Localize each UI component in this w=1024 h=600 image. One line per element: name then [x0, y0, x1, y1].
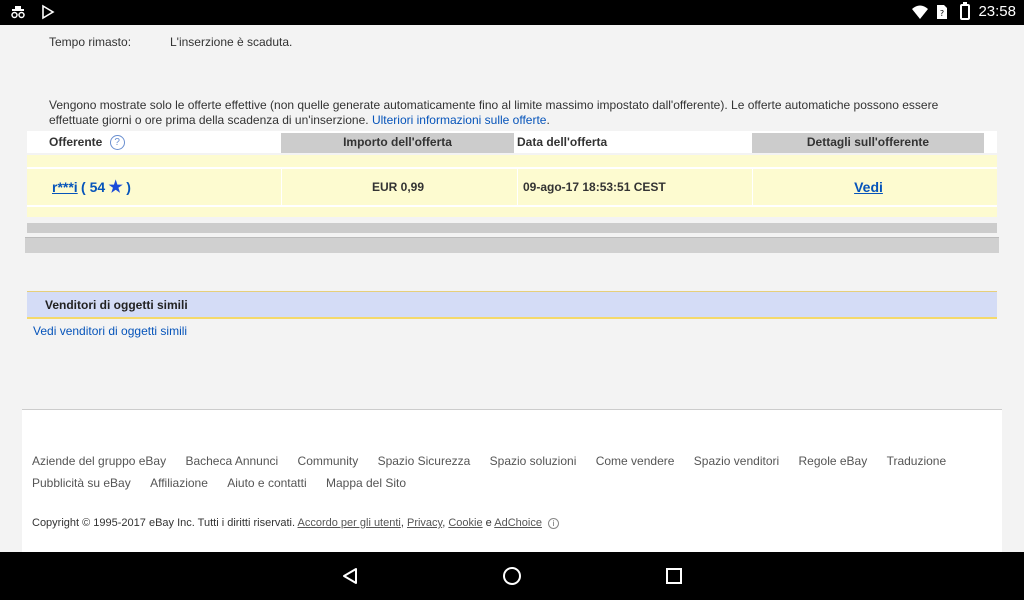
footer-link[interactable]: Come vendere [596, 450, 675, 472]
adchoice-link[interactable]: AdChoice [494, 517, 542, 529]
amount-cell: EUR 0,99 [281, 169, 514, 205]
incognito-icon [10, 4, 26, 20]
header-bidder-label: Offerente [49, 135, 103, 149]
conjunction: e [485, 517, 492, 529]
view-bidder-details-link[interactable]: Vedi [854, 179, 883, 195]
header-bidder: Offerente ? [49, 133, 279, 153]
footer-link[interactable]: Aiuto e contatti [227, 472, 306, 494]
footer-link[interactable]: Affiliazione [150, 472, 208, 494]
separator: , [442, 517, 446, 529]
footer-link[interactable]: Spazio soluzioni [490, 450, 577, 472]
web-content: Tempo rimasto: L'inserzione è scaduta. V… [0, 25, 1024, 552]
bidder-link[interactable]: r***i [52, 179, 78, 195]
cookie-link[interactable]: Cookie [448, 517, 482, 529]
divider [25, 237, 999, 253]
recents-icon[interactable] [664, 566, 684, 586]
table-spacer [27, 155, 997, 167]
sim-icon: ? [936, 4, 952, 20]
similar-sellers-section: Venditori di oggetti simili Vedi vendito… [27, 291, 997, 338]
details-cell: Vedi [752, 169, 984, 205]
separator: , [400, 517, 404, 529]
footer-links: Aziende del gruppo eBay Bacheca Annunci … [32, 450, 992, 494]
table-footer-band [27, 207, 997, 217]
home-icon[interactable] [502, 566, 522, 586]
notice-trail: . [546, 113, 550, 127]
user-agreement-link[interactable]: Accordo per gli utenti [298, 517, 401, 529]
similar-sellers-title: Venditori di oggetti simili [27, 291, 997, 319]
back-icon[interactable] [340, 566, 360, 586]
bids-table: Offerente ? Importo dell'offerta Data de… [27, 131, 997, 217]
battery-icon [960, 1, 971, 20]
status-bar: ? 23:58 [0, 0, 1024, 25]
header-amount: Importo dell'offerta [281, 133, 514, 153]
footer-link[interactable]: Mappa del Sito [326, 472, 406, 494]
play-store-icon [40, 4, 56, 20]
footer-link[interactable]: Traduzione [887, 450, 947, 472]
footer-link[interactable]: Spazio venditori [694, 450, 779, 472]
footer-link[interactable]: Spazio Sicurezza [378, 450, 471, 472]
copyright: Copyright © 1995-2017 eBay Inc. Tutti i … [32, 517, 560, 529]
table-row: r***i ( 54 ★ ) EUR 0,99 09-ago-17 18:53:… [27, 167, 997, 207]
clock: 23:58 [978, 3, 1016, 20]
footer-link[interactable]: Bacheca Annunci [185, 450, 278, 472]
wifi-icon [912, 4, 929, 20]
footer-link[interactable]: Community [298, 450, 359, 472]
bid-history-page: Tempo rimasto: L'inserzione è scaduta. V… [0, 25, 1024, 409]
star-icon: ★ [108, 179, 123, 196]
navigation-bar [0, 552, 1024, 600]
feedback-close: ) [126, 179, 131, 195]
footer-link[interactable]: Aziende del gruppo eBay [32, 450, 166, 472]
date-cell: 09-ago-17 18:53:51 CEST [517, 169, 750, 205]
header-details: Dettagli sull'offerente [752, 133, 984, 153]
header-date: Data dell'offerta [517, 133, 750, 153]
footer-link[interactable]: Pubblicità su eBay [32, 472, 131, 494]
divider [27, 223, 997, 233]
copyright-text: Copyright © 1995-2017 eBay Inc. Tutti i … [32, 517, 296, 529]
help-icon[interactable]: ? [109, 135, 125, 151]
table-header: Offerente ? Importo dell'offerta Data de… [27, 131, 997, 153]
bids-notice: Vengono mostrate solo le offerte effetti… [49, 98, 969, 128]
similar-sellers-link[interactable]: Vedi venditori di oggetti simili [33, 324, 997, 338]
time-left: Tempo rimasto: L'inserzione è scaduta. [49, 35, 292, 49]
adchoice-icon[interactable]: i [548, 517, 560, 529]
privacy-link[interactable]: Privacy [407, 517, 442, 529]
svg-text:?: ? [940, 9, 944, 18]
page-footer: Aziende del gruppo eBay Bacheca Annunci … [22, 409, 1002, 552]
feedback-score: ( 54 [81, 179, 106, 195]
bidder-cell: r***i ( 54 ★ ) [52, 169, 280, 205]
more-info-link[interactable]: Ulteriori informazioni sulle offerte [372, 113, 547, 127]
footer-link[interactable]: Regole eBay [799, 450, 868, 472]
time-left-value: L'inserzione è scaduta. [170, 35, 293, 49]
time-left-label: Tempo rimasto: [49, 35, 132, 49]
